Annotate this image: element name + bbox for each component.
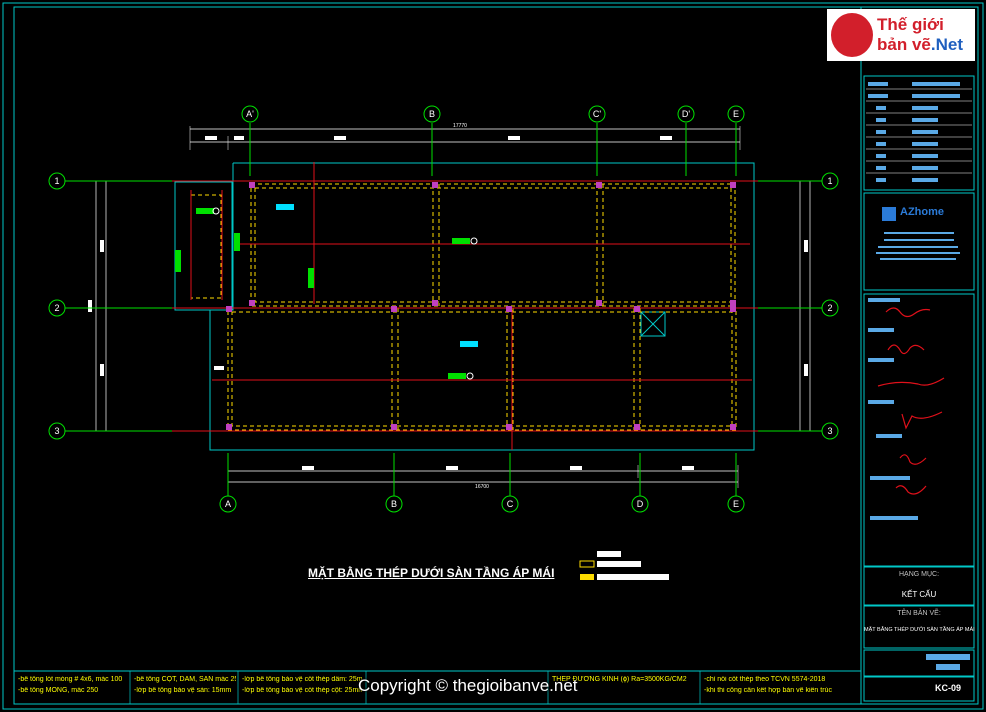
beams: [190, 183, 737, 431]
drawing-title: MẶT BẰNG THÉP DƯỚI SÀN TẦNG ÁP MÁI: [308, 566, 555, 580]
house-icon: [831, 13, 873, 57]
brand-line1: Thế giới: [877, 15, 944, 34]
sheet-inner-frame: [13, 6, 979, 705]
grid-label-right-2: 2: [827, 303, 832, 313]
grid-label-top-2: B: [429, 109, 435, 119]
note-9: -khi thi công cần kết hợp bản vẽ kiến tr…: [704, 687, 832, 694]
note-1: -bê tông lót móng # 4x6, mác 100: [18, 676, 123, 683]
dim-top-total: 17770: [453, 123, 467, 129]
grid-label-left-3: 3: [54, 426, 59, 436]
brand-line2: bản vẽ.Net: [877, 35, 963, 55]
grid-label-bottom-4: D: [637, 499, 644, 509]
grid-label-right-1: 1: [827, 176, 832, 186]
note-8: -chỉ nối cốt thép theo TCVN 5574-2018: [704, 676, 826, 683]
ten-ban-ve-label: TÊN BẢN VẼ:: [897, 610, 941, 617]
brand-line2-b: .Net: [930, 35, 963, 54]
note-3: -bê tông CỘT, DẦM, SÀN mác 250: [134, 676, 236, 683]
sheet-outer-frame: [2, 2, 984, 710]
grid-label-top-1: A': [246, 109, 254, 119]
dim-bottom-total: 16700: [475, 484, 489, 490]
note-6: -lớp bê tông bảo vệ cốt thép cột: 25mm: [242, 687, 362, 694]
ten-ban-ve-value: MẶT BẰNG THÉP DƯỚI SÀN TẦNG ÁP MÁI: [864, 627, 975, 633]
grid-label-top-5: E: [733, 109, 739, 119]
legend: [579, 551, 669, 580]
hang-muc-value: KẾT CẤU: [901, 590, 937, 599]
note-5: -lớp bê tông bảo vệ cốt thép dầm: 25mm: [242, 676, 362, 683]
grid-label-bottom-3: C: [507, 499, 514, 509]
grid-label-bottom-5: E: [733, 499, 739, 509]
title-block-rows: [868, 82, 960, 520]
brand-logo: Thế giới bản vẽ.Net: [827, 9, 975, 61]
grid-label-bottom-1: A: [225, 499, 231, 509]
note-4: -lớp bê tông bảo vệ sàn: 15mm: [134, 687, 232, 694]
grid-label-right-3: 3: [827, 426, 832, 436]
note-2: -bê tông MÓNG, mác 250: [18, 687, 99, 694]
cad-drawing: 17770 16700 A' B C' D' E A B C D E 1 2 3…: [2, 2, 984, 710]
hang-muc-label: HẠNG MỤC:: [898, 571, 940, 578]
grid-label-left-1: 1: [54, 176, 59, 186]
dimension-values: [88, 136, 808, 470]
sheet-number: KC-09: [934, 683, 961, 693]
grid-label-top-4: D': [682, 109, 690, 119]
grid-label-left-2: 2: [54, 303, 59, 313]
grid-label-top-3: C': [593, 109, 601, 119]
brand-line2-a: bản vẽ: [877, 35, 931, 54]
copyright-watermark: Copyright © thegioibanve.net: [358, 676, 578, 695]
grid-axes: [48, 105, 839, 513]
azhome-logo: AZhome: [900, 206, 944, 218]
grid-label-bottom-2: B: [391, 499, 397, 509]
